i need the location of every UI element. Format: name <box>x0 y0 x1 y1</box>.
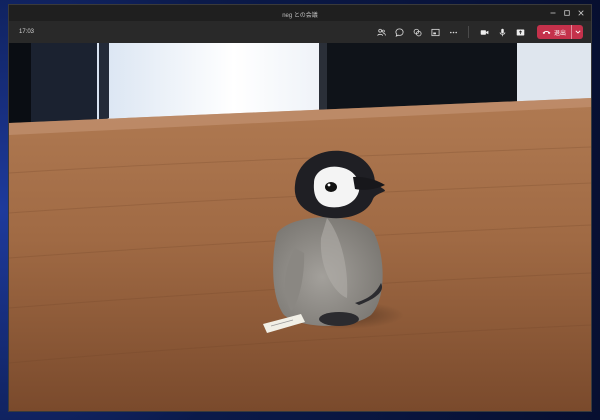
camera-button[interactable] <box>477 24 493 40</box>
hang-up-icon <box>542 30 551 35</box>
meeting-timer: 17:03 <box>19 29 35 35</box>
leave-button[interactable]: 退出 <box>537 25 571 39</box>
reactions-button[interactable] <box>410 24 426 40</box>
leave-options-button[interactable] <box>571 25 583 39</box>
share-icon <box>517 28 525 36</box>
leave-label: 退出 <box>553 30 566 37</box>
camera-image <box>9 43 591 411</box>
mic-icon <box>500 28 506 36</box>
view-button[interactable] <box>428 24 444 40</box>
video-feed <box>9 43 591 411</box>
share-button[interactable] <box>513 24 529 40</box>
participants-button[interactable] <box>374 24 390 40</box>
title-bar: neg との会議 <box>9 5 591 21</box>
minimize-button[interactable] <box>547 7 559 19</box>
camera-icon <box>481 29 489 35</box>
chevron-down-icon <box>574 30 581 34</box>
participants-icon <box>377 28 387 36</box>
meeting-toolbar: 17:03 退出 <box>9 21 591 43</box>
chat-icon <box>395 27 404 37</box>
microphone-button[interactable] <box>495 24 511 40</box>
view-icon <box>431 28 440 36</box>
leave-button-group: 退出 <box>536 25 583 39</box>
meeting-controls: 退出 <box>372 24 583 40</box>
maximize-button[interactable] <box>561 7 573 19</box>
more-icon <box>450 31 458 33</box>
reactions-icon <box>414 28 422 36</box>
window-controls <box>547 7 587 19</box>
window-title: neg との会議 <box>282 13 318 19</box>
toolbar-divider <box>467 26 469 38</box>
chat-button[interactable] <box>392 24 408 40</box>
close-button[interactable] <box>575 7 587 19</box>
more-button[interactable] <box>446 24 462 40</box>
meeting-window: neg との会議 17:03 退出 <box>8 4 592 412</box>
